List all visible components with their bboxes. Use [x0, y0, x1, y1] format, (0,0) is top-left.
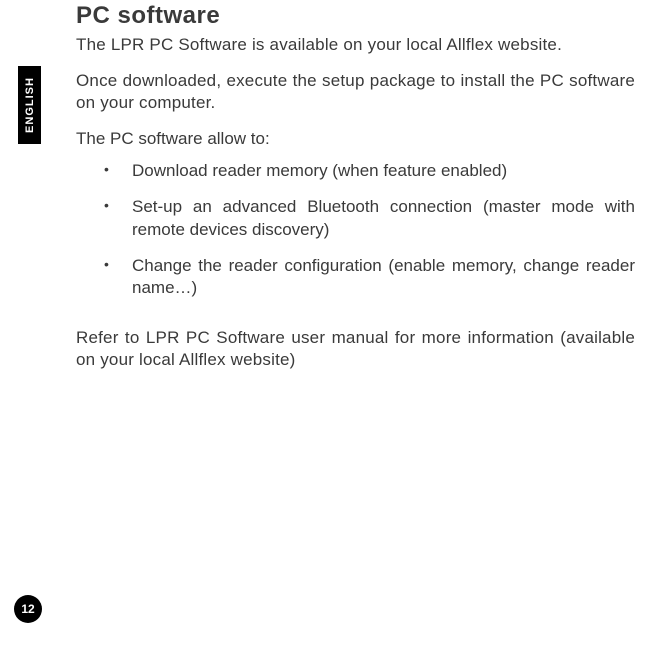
- list-item: Set-up an advanced Bluetooth connection …: [76, 196, 635, 240]
- list-item: Change the reader configuration (enable …: [76, 255, 635, 299]
- language-tab: ENGLISH: [18, 66, 41, 144]
- feature-list: Download reader memory (when feature ena…: [76, 160, 635, 298]
- page-number: 12: [21, 602, 34, 616]
- paragraph-3: Refer to LPR PC Software user manual for…: [76, 327, 635, 371]
- page-title: PC software: [76, 2, 635, 30]
- list-item: Download reader memory (when feature ena…: [76, 160, 635, 182]
- list-intro: The PC software allow to:: [76, 128, 635, 150]
- paragraph-2: Once downloaded, execute the setup packa…: [76, 70, 635, 114]
- page-number-badge: 12: [14, 595, 42, 623]
- paragraph-1: The LPR PC Software is available on your…: [76, 34, 635, 56]
- language-tab-label: ENGLISH: [24, 77, 36, 133]
- page-content: PC software The LPR PC Software is avail…: [76, 2, 635, 385]
